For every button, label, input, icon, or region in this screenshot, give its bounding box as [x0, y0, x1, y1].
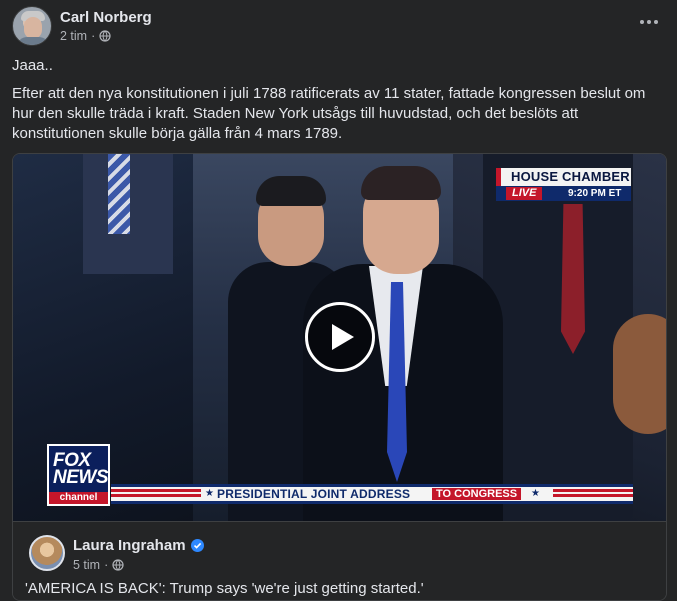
- post-text-short: Jaaa..: [12, 57, 53, 74]
- facebook-post: Carl Norberg 2 tim · Jaaa.. Efter att de…: [0, 0, 677, 601]
- background-person: [483, 154, 633, 521]
- play-icon[interactable]: [305, 302, 375, 372]
- source-avatar[interactable]: [29, 535, 65, 571]
- meta-separator: ·: [104, 558, 109, 572]
- verified-badge-icon: [190, 539, 204, 552]
- meta-separator: ·: [91, 29, 96, 43]
- banner-sub-text: TO CONGRESS: [432, 488, 522, 500]
- globe-icon: [112, 559, 124, 571]
- fox-news-logo: FOX NEWS channel: [47, 444, 110, 506]
- shared-post-card[interactable]: HOUSE CHAMBER LIVE 9:20 PM ET FOX NEWS c…: [12, 153, 667, 601]
- video-player[interactable]: HOUSE CHAMBER LIVE 9:20 PM ET FOX NEWS c…: [13, 154, 666, 521]
- chamber-label: HOUSE CHAMBER: [511, 169, 630, 184]
- house-chamber-overlay: HOUSE CHAMBER LIVE 9:20 PM ET: [496, 168, 631, 201]
- fox-logo-line2: NEWS: [53, 467, 109, 488]
- post-timestamp[interactable]: 2 tim: [60, 29, 87, 43]
- source-timestamp[interactable]: 5 tim: [73, 558, 100, 572]
- source-meta: 5 tim ·: [73, 558, 124, 572]
- fox-logo-channel: channel: [49, 492, 108, 504]
- source-author-name[interactable]: Laura Ingraham: [73, 537, 186, 554]
- lower-third-banner: ★ PRESIDENTIAL JOINT ADDRESS TO CONGRESS…: [111, 484, 633, 504]
- banner-main-text: PRESIDENTIAL JOINT ADDRESS: [217, 487, 411, 501]
- author-avatar[interactable]: [12, 6, 52, 46]
- banner-star: ★: [205, 488, 214, 499]
- source-name-row: Laura Ingraham: [73, 537, 204, 554]
- post-header: Carl Norberg 2 tim ·: [12, 6, 665, 46]
- post-meta: 2 tim ·: [60, 29, 111, 43]
- shared-post-text: 'AMERICA IS BACK': Trump says 'we're jus…: [25, 580, 424, 597]
- author-name[interactable]: Carl Norberg: [60, 9, 152, 26]
- background-person: [613, 314, 666, 434]
- live-badge: LIVE: [506, 187, 543, 200]
- broadcast-time: 9:20 PM ET: [568, 188, 622, 199]
- shared-post-source: Laura Ingraham 5 tim · 'AMERICA IS BACK'…: [13, 521, 666, 600]
- post-text-body: Efter att den nya konstitutionen i juli …: [12, 85, 646, 142]
- banner-star: ★: [531, 488, 540, 499]
- more-options-icon[interactable]: [635, 12, 663, 32]
- globe-icon: [99, 30, 111, 42]
